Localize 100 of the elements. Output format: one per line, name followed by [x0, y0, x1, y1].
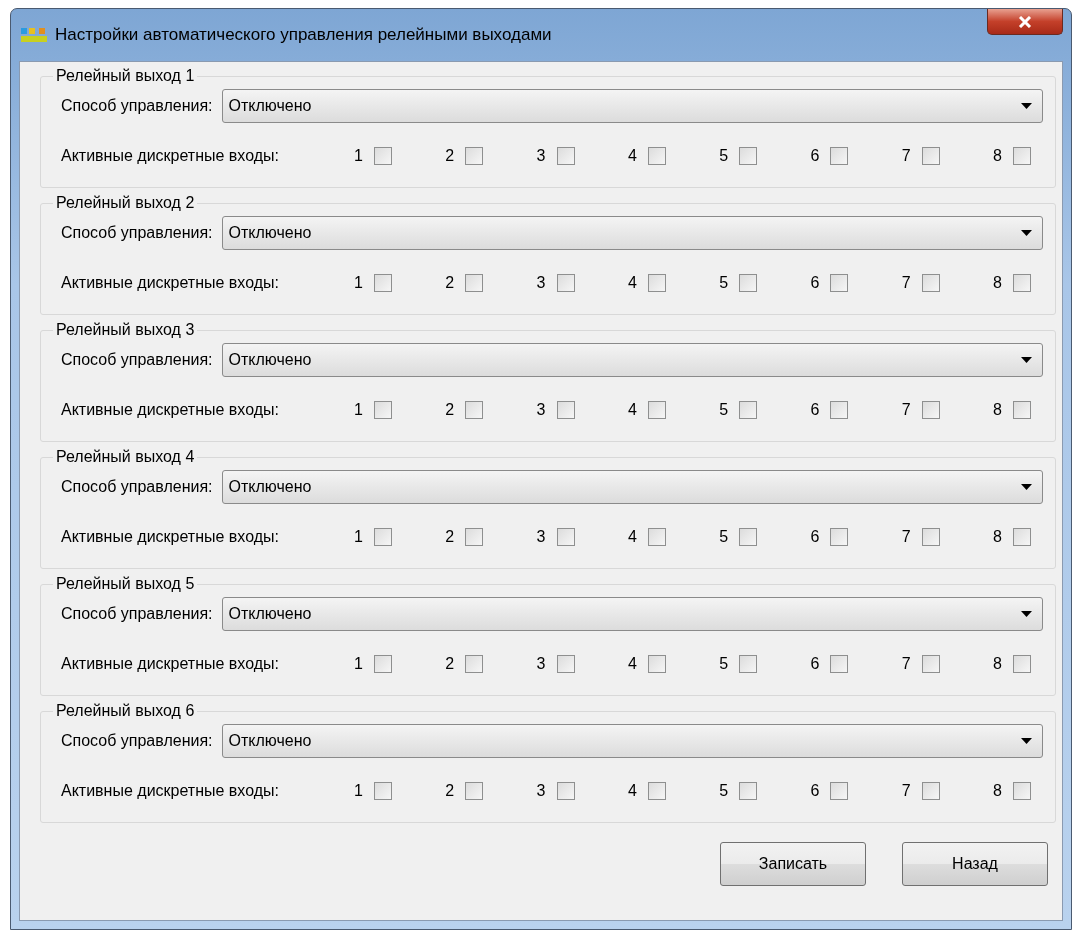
checkbox[interactable]	[830, 655, 849, 673]
checkbox[interactable]	[373, 782, 392, 800]
window-title: Настройки автоматического управления релейными выходами	[55, 25, 552, 45]
checkbox[interactable]	[647, 401, 666, 419]
field-label: Способ управления:	[61, 605, 213, 623]
field-label: Способ управления:	[61, 478, 213, 496]
checkbox[interactable]	[465, 528, 484, 546]
app-icon	[21, 26, 47, 44]
input-number: 1	[354, 782, 363, 800]
dropdown-arrow-icon	[1021, 357, 1032, 363]
close-button[interactable]	[987, 9, 1063, 35]
checkbox[interactable]	[1013, 401, 1031, 419]
input-number: 3	[536, 401, 546, 419]
checkbox[interactable]	[647, 782, 666, 800]
input-number: 8	[993, 528, 1002, 546]
checkbox[interactable]	[1013, 528, 1031, 546]
input-number: 4	[627, 655, 637, 673]
mode-dropdown[interactable]: Отключено	[221, 597, 1043, 631]
field-label: Способ управления:	[61, 732, 213, 750]
checkbox[interactable]	[647, 274, 666, 292]
checkbox[interactable]	[921, 782, 940, 800]
checkbox[interactable]	[830, 528, 849, 546]
input-number: 1	[354, 655, 363, 673]
checkbox[interactable]	[921, 274, 940, 292]
checkbox[interactable]	[921, 528, 940, 546]
input-number: 3	[536, 782, 546, 800]
mode-dropdown[interactable]: Отключено	[221, 89, 1043, 123]
input-number: 5	[719, 147, 729, 165]
checkbox[interactable]	[739, 528, 758, 546]
checkbox[interactable]	[465, 147, 484, 165]
checkbox[interactable]	[465, 655, 484, 673]
checkbox[interactable]	[556, 655, 575, 673]
input-number: 7	[901, 274, 911, 292]
checkbox[interactable]	[1013, 782, 1031, 800]
input-number: 1	[354, 401, 363, 419]
checkbox[interactable]	[373, 274, 392, 292]
input-number: 6	[810, 401, 820, 419]
input-number: 7	[901, 528, 911, 546]
checkbox[interactable]	[556, 274, 575, 292]
checkbox[interactable]	[465, 782, 484, 800]
mode-dropdown[interactable]: Отключено	[221, 724, 1043, 758]
checkbox[interactable]	[739, 147, 758, 165]
dropdown-arrow-icon	[1021, 484, 1032, 490]
checkbox[interactable]	[830, 782, 849, 800]
checkbox[interactable]	[739, 274, 758, 292]
input-number: 4	[627, 528, 637, 546]
checkbox[interactable]	[1013, 655, 1031, 673]
input-number: 2	[445, 528, 455, 546]
dropdown-arrow-icon	[1021, 738, 1032, 744]
group-title: Релейный выход 2	[53, 194, 198, 212]
mode-dropdown[interactable]: Отключено	[221, 470, 1043, 504]
checkbox[interactable]	[739, 782, 758, 800]
checkbox[interactable]	[830, 147, 849, 165]
checkbox[interactable]	[647, 147, 666, 165]
mode-dropdown[interactable]: Отключено	[221, 216, 1043, 250]
field-label: Способ управления:	[61, 97, 213, 115]
checkbox[interactable]	[647, 655, 666, 673]
checkbox[interactable]	[921, 655, 940, 673]
checkbox[interactable]	[556, 401, 575, 419]
input-number: 3	[536, 655, 546, 673]
input-number: 8	[993, 655, 1002, 673]
checkbox[interactable]	[830, 401, 849, 419]
input-number: 7	[901, 655, 911, 673]
input-number: 8	[993, 782, 1002, 800]
field-label: Активные дискретные входы:	[61, 274, 280, 292]
input-number: 1	[354, 528, 363, 546]
checkbox[interactable]	[739, 655, 758, 673]
input-number: 3	[536, 274, 546, 292]
checkbox[interactable]	[373, 147, 392, 165]
checkbox[interactable]	[1013, 274, 1031, 292]
dialog-button[interactable]: Записать	[720, 842, 866, 886]
checkbox[interactable]	[921, 147, 940, 165]
field-label: Активные дискретные входы:	[61, 655, 280, 673]
checkbox[interactable]	[465, 401, 484, 419]
input-number: 6	[810, 274, 820, 292]
checkbox[interactable]	[373, 528, 392, 546]
checkbox[interactable]	[373, 401, 392, 419]
checkbox[interactable]	[556, 782, 575, 800]
checkbox[interactable]	[556, 147, 575, 165]
checkbox[interactable]	[465, 274, 484, 292]
input-number: 3	[536, 147, 546, 165]
input-number: 4	[627, 782, 637, 800]
input-number: 2	[445, 655, 455, 673]
checkbox[interactable]	[556, 528, 575, 546]
input-number: 8	[993, 274, 1002, 292]
checkbox[interactable]	[647, 528, 666, 546]
checkbox[interactable]	[739, 401, 758, 419]
checkbox[interactable]	[373, 655, 392, 673]
input-number: 6	[810, 528, 820, 546]
dialog-button[interactable]: Назад	[902, 842, 1048, 886]
checkbox[interactable]	[1013, 147, 1031, 165]
input-number: 7	[901, 147, 911, 165]
input-number: 6	[810, 147, 820, 165]
checkbox[interactable]	[921, 401, 940, 419]
group-title: Релейный выход 1	[53, 67, 198, 85]
mode-dropdown[interactable]: Отключено	[221, 343, 1043, 377]
input-number: 5	[719, 274, 729, 292]
input-number: 7	[901, 782, 911, 800]
checkbox[interactable]	[830, 274, 849, 292]
input-number: 4	[627, 401, 637, 419]
